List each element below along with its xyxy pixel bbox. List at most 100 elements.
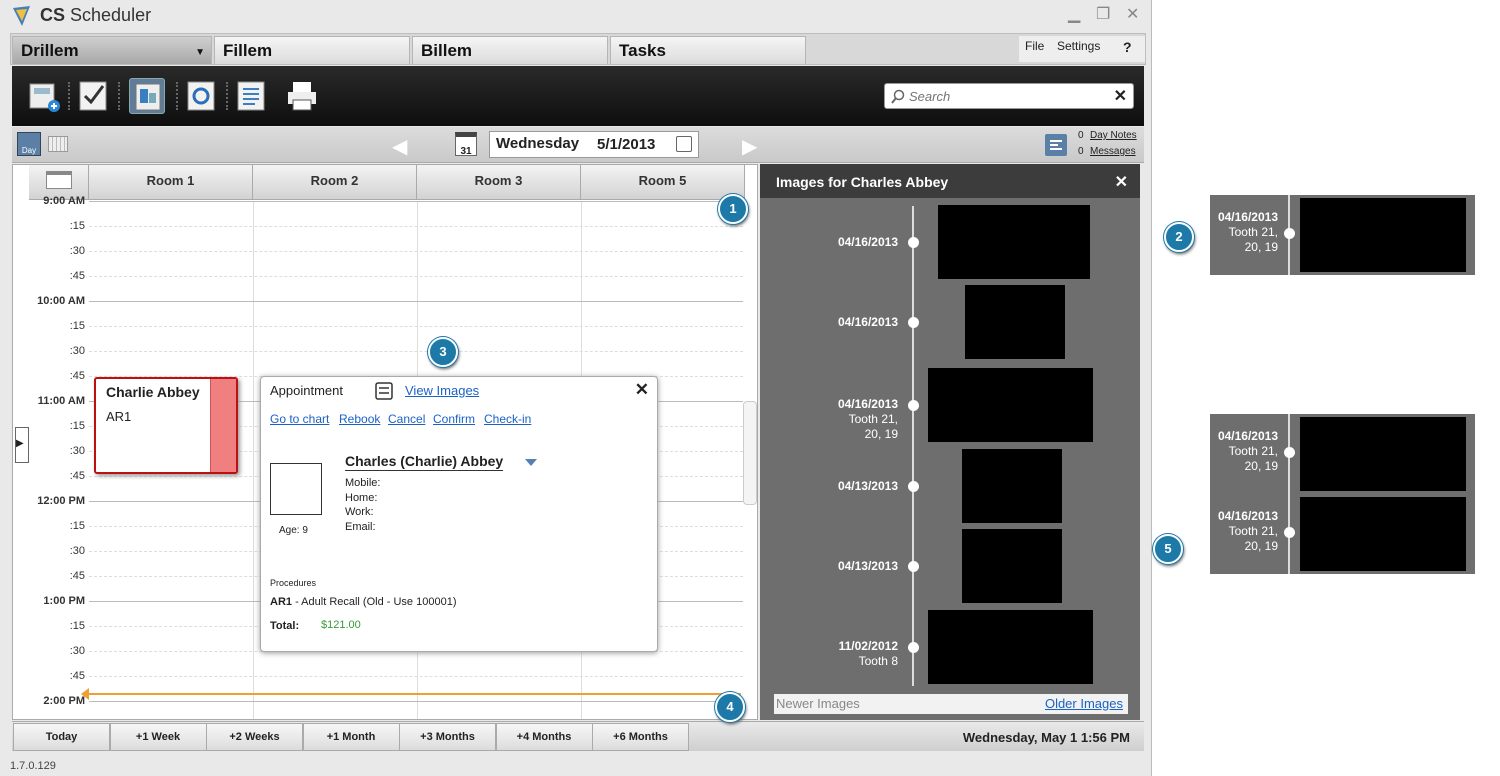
menu-settings[interactable]: Settings xyxy=(1057,39,1100,53)
vertical-scrollbar[interactable] xyxy=(743,401,757,505)
image-date-label: 04/16/2013 xyxy=(837,235,898,249)
toolbar-separator xyxy=(68,82,70,110)
go-to-chart-link[interactable]: Go to chart xyxy=(270,412,329,426)
timeline-dot xyxy=(908,237,919,248)
close-window-icon[interactable]: ✕ xyxy=(1126,4,1139,24)
tab-fillem[interactable]: Fillem xyxy=(214,36,410,64)
chevron-down-icon[interactable]: ▼ xyxy=(195,47,205,58)
patient-dropdown-icon[interactable] xyxy=(525,459,537,466)
timeline-dot xyxy=(908,400,919,411)
chart-icon xyxy=(135,83,161,111)
search-input[interactable] xyxy=(909,89,1109,104)
printer-icon xyxy=(288,82,316,111)
toolbar: ✕ xyxy=(12,66,1144,126)
close-images-panel-icon[interactable]: ✕ xyxy=(1115,172,1128,192)
callout-badge: 4 xyxy=(715,692,745,722)
messages-link[interactable]: Messages xyxy=(1090,146,1136,157)
callout-badge: 2 xyxy=(1164,222,1194,252)
timeline-dot xyxy=(1284,447,1295,458)
time-label: :45 xyxy=(69,470,85,482)
list-icon xyxy=(237,81,265,111)
image-thumbnail[interactable] xyxy=(928,610,1093,684)
room-header[interactable]: Room 3 xyxy=(417,165,581,200)
confirm-button[interactable] xyxy=(76,78,112,114)
tab-billem[interactable]: Billem xyxy=(412,36,608,64)
time-label: 2:00 PM xyxy=(43,695,85,707)
image-thumbnail[interactable] xyxy=(962,529,1062,603)
timeline-dot xyxy=(908,317,919,328)
day-notes-link[interactable]: Day Notes xyxy=(1090,130,1137,141)
image-thumbnail[interactable] xyxy=(1300,198,1466,272)
newer-images-link[interactable]: Newer Images xyxy=(776,696,860,711)
minimize-icon[interactable]: ▁ xyxy=(1068,4,1080,24)
title-bar: CS Scheduler ▁ ❐ ✕ xyxy=(0,0,1152,30)
app-title: CS Scheduler xyxy=(40,5,152,25)
jump-date-button[interactable]: +6 Months xyxy=(592,723,689,751)
restore-icon[interactable]: ❐ xyxy=(1096,4,1110,24)
appointment-patient-name: Charlie Abbey xyxy=(106,384,200,400)
menu-bar: File Settings ? xyxy=(1019,36,1145,62)
previous-day-icon[interactable]: ◀ xyxy=(392,134,407,159)
clear-search-icon[interactable]: ✕ xyxy=(1114,86,1127,106)
callout-badge: 1 xyxy=(718,194,748,224)
notes-toggle-icon[interactable] xyxy=(1044,133,1068,157)
new-appointment-button[interactable] xyxy=(26,78,62,114)
older-images-link[interactable]: Older Images xyxy=(1045,696,1123,711)
jump-date-button[interactable]: +1 Week xyxy=(109,723,207,751)
room-header[interactable]: Room 1 xyxy=(89,165,253,200)
room-header[interactable]: Room 5 xyxy=(581,165,745,200)
date-dropdown-icon[interactable] xyxy=(676,136,692,152)
image-thumbnail[interactable] xyxy=(1300,417,1466,491)
image-thumbnail[interactable] xyxy=(1300,497,1466,571)
patient-age: Age: 9 xyxy=(279,525,308,536)
recall-icon xyxy=(187,81,215,111)
image-date-label: 04/16/2013 Tooth 21, 20, 19 xyxy=(1217,210,1278,254)
view-images-link[interactable]: View Images xyxy=(405,383,479,398)
room-header[interactable]: Room 2 xyxy=(253,165,417,200)
time-label: :30 xyxy=(69,545,85,557)
next-day-icon[interactable]: ▶ xyxy=(742,134,757,159)
menu-help[interactable]: ? xyxy=(1123,39,1132,55)
time-gridline xyxy=(89,251,743,252)
jump-date-button[interactable]: +2 Weeks xyxy=(206,723,303,751)
rebook-link[interactable]: Rebook xyxy=(339,412,380,426)
close-popup-icon[interactable]: ✕ xyxy=(635,380,649,400)
time-gridline xyxy=(89,351,743,352)
time-label: :15 xyxy=(69,320,85,332)
check-in-link[interactable]: Check-in xyxy=(484,412,531,426)
image-date-label: 11/02/2012 Tooth 8 xyxy=(838,639,898,668)
menu-file[interactable]: File xyxy=(1025,39,1044,53)
image-thumbnail[interactable] xyxy=(938,205,1090,279)
jump-date-button[interactable]: Today xyxy=(13,723,110,751)
recall-button[interactable] xyxy=(184,78,220,114)
tab-tasks[interactable]: Tasks xyxy=(610,36,806,64)
image-thumbnail[interactable] xyxy=(965,285,1065,359)
time-label: 12:00 PM xyxy=(37,495,85,507)
confirm-link[interactable]: Confirm xyxy=(433,412,475,426)
time-label: :15 xyxy=(69,520,85,532)
image-date-label: 04/16/2013 Tooth 21, 20, 19 xyxy=(837,397,898,441)
day-view-button[interactable]: Day xyxy=(17,132,41,156)
time-gridline xyxy=(89,676,743,677)
images-panel: Images for Charles Abbey ✕ 04/16/2013 04/1… xyxy=(760,164,1140,720)
list-button[interactable] xyxy=(234,78,270,114)
search-box[interactable]: ✕ xyxy=(884,83,1134,109)
image-date-label: 04/16/2013 Tooth 21, 20, 19 xyxy=(1217,429,1278,473)
tab-drillem[interactable]: Drillem ▼ xyxy=(12,36,212,64)
calendar-icon[interactable]: 31 xyxy=(455,132,477,157)
cancel-link[interactable]: Cancel xyxy=(388,412,425,426)
date-picker[interactable]: Wednesday 5/1/2013 xyxy=(489,131,699,158)
jump-date-button[interactable]: +3 Months xyxy=(399,723,496,751)
print-button[interactable] xyxy=(284,78,320,114)
image-thumbnail[interactable] xyxy=(928,368,1093,442)
expand-left-icon[interactable]: ▶ xyxy=(15,427,29,463)
image-thumbnail[interactable] xyxy=(962,449,1062,523)
jump-date-button[interactable]: +4 Months xyxy=(495,723,593,751)
day-notes-count: 0 xyxy=(1078,130,1084,141)
week-view-icon[interactable] xyxy=(48,136,68,152)
chart-view-button[interactable] xyxy=(129,78,165,114)
images-icon[interactable] xyxy=(375,382,393,400)
jump-date-button[interactable]: +1 Month xyxy=(302,723,400,751)
patient-full-name[interactable]: Charles (Charlie) Abbey xyxy=(345,453,504,471)
appointment-block[interactable]: Charlie Abbey AR1 xyxy=(94,377,238,474)
